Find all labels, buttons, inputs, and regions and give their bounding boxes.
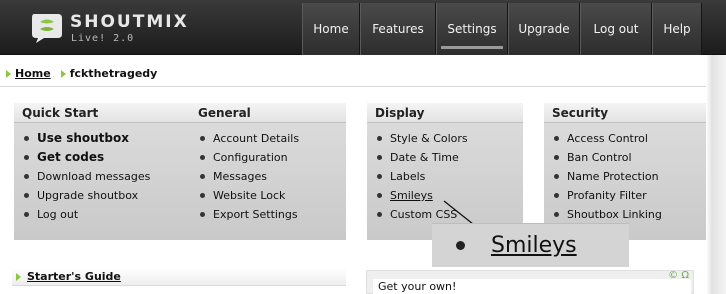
nav-upgrade[interactable]: Upgrade [508, 3, 580, 55]
menu-item-label[interactable]: Account Details [213, 129, 299, 148]
nav-help[interactable]: Help [652, 3, 702, 55]
bullet-icon [377, 212, 382, 217]
nav-features[interactable]: Features [360, 3, 436, 55]
menu-item-account-details[interactable]: Account Details [200, 129, 346, 148]
menu-item-label[interactable]: Name Protection [567, 167, 659, 186]
menu-item-label[interactable]: Profanity Filter [567, 186, 647, 205]
menu-item-label[interactable]: Labels [390, 167, 425, 186]
menu-item-label[interactable]: Access Control [567, 129, 648, 148]
arrow-right-icon [60, 69, 66, 78]
bullet-icon [377, 193, 382, 198]
get-your-own-box: Get your own! © Ω [366, 270, 694, 294]
panel-display: Display Style & Colors Date & Time Label… [367, 103, 523, 240]
menu-item-profanity-filter[interactable]: Profanity Filter [554, 186, 706, 205]
breadcrumb-current: fckthetragedy [60, 67, 158, 80]
menu-item-shoutbox-linking[interactable]: Shoutbox Linking [554, 205, 706, 224]
panel-title: General [190, 103, 346, 123]
panel-title: Security [544, 103, 706, 123]
menu-item-access-control[interactable]: Access Control [554, 129, 706, 148]
bullet-icon [554, 136, 559, 141]
top-header: SHOUTMIX Live! 2.0 Home Features Setting… [0, 0, 726, 55]
breadcrumb: Home fckthetragedy [6, 67, 157, 80]
menu-item-date-time[interactable]: Date & Time [377, 148, 523, 167]
bullet-icon [200, 193, 205, 198]
menu-item-messages[interactable]: Messages [200, 167, 346, 186]
shoutmix-logo-icon [32, 14, 62, 43]
zoom-callout-label: Smileys [491, 233, 577, 258]
menu-item-ban-control[interactable]: Ban Control [554, 148, 706, 167]
bullet-icon [554, 193, 559, 198]
bullet-icon [24, 193, 29, 198]
menu-item-label[interactable]: Configuration [213, 148, 288, 167]
breadcrumb-home[interactable]: Home [6, 67, 51, 80]
menu-item-website-lock[interactable]: Website Lock [200, 186, 346, 205]
bullet-icon [377, 174, 382, 179]
panel-security: Security Access Control Ban Control Name… [544, 103, 706, 240]
menu-item-export-settings[interactable]: Export Settings [200, 205, 346, 224]
bullet-icon [24, 212, 29, 217]
copyright-omega-icons: © Ω [668, 270, 689, 281]
menu-item-configuration[interactable]: Configuration [200, 148, 346, 167]
bullet-icon [200, 174, 205, 179]
menu-item-label[interactable]: Export Settings [213, 205, 298, 224]
menu-item-label[interactable]: Style & Colors [390, 129, 468, 148]
starters-guide-link[interactable]: Starter's Guide [12, 268, 346, 286]
bullet-icon [554, 212, 559, 217]
starters-guide-label[interactable]: Starter's Guide [27, 270, 121, 283]
page-edge-shadow [706, 55, 726, 294]
menu-item-labels[interactable]: Labels [377, 167, 523, 186]
bullet-icon [24, 174, 29, 179]
get-your-own-text[interactable]: Get your own! [373, 279, 691, 294]
bullet-icon [200, 212, 205, 217]
brand-subtitle: Live! 2.0 [71, 33, 135, 44]
panel-general: General Account Details Configuration Me… [190, 103, 346, 240]
bullet-icon [200, 155, 205, 160]
bullet-icon [24, 155, 29, 160]
menu-item-label[interactable]: Smileys [390, 186, 433, 205]
menu-item-label[interactable]: Use shoutbox [37, 129, 129, 148]
bullet-icon [377, 155, 382, 160]
breadcrumb-home-label[interactable]: Home [15, 67, 51, 80]
menu-item-label[interactable]: Upgrade shoutbox [37, 186, 138, 205]
menu-item-smileys[interactable]: Smileys [377, 186, 523, 205]
menu-item-name-protection[interactable]: Name Protection [554, 167, 706, 186]
menu-item-label[interactable]: Website Lock [213, 186, 285, 205]
breadcrumb-current-label: fckthetragedy [69, 67, 158, 80]
menu-item-label[interactable]: Ban Control [567, 148, 632, 167]
bullet-icon [456, 241, 465, 250]
menu-item-label[interactable]: Get codes [37, 148, 104, 167]
main-nav: Home Features Settings Upgrade Log out H… [302, 3, 702, 55]
bullet-icon [554, 155, 559, 160]
nav-home[interactable]: Home [302, 3, 360, 55]
menu-item-label[interactable]: Messages [213, 167, 267, 186]
brand-name: SHOUTMIX [70, 12, 189, 32]
bullet-icon [554, 174, 559, 179]
panel-title: Display [367, 103, 523, 123]
bullet-icon [200, 136, 205, 141]
menu-item-label[interactable]: Custom CSS [390, 205, 457, 224]
divider [0, 86, 706, 87]
arrow-right-icon [6, 69, 11, 78]
menu-item-label[interactable]: Download messages [37, 167, 150, 186]
menu-item-label[interactable]: Shoutbox Linking [567, 205, 662, 224]
bullet-icon [24, 136, 29, 141]
menu-item-style-colors[interactable]: Style & Colors [377, 129, 523, 148]
menu-item-label[interactable]: Date & Time [390, 148, 459, 167]
nav-log-out[interactable]: Log out [580, 3, 652, 55]
menu-item-custom-css[interactable]: Custom CSS [377, 205, 523, 224]
arrow-right-icon [16, 272, 21, 281]
menu-item-label[interactable]: Log out [37, 205, 78, 224]
smileys-zoom-callout: Smileys [432, 223, 629, 267]
nav-settings[interactable]: Settings [436, 3, 508, 55]
bullet-icon [377, 136, 382, 141]
